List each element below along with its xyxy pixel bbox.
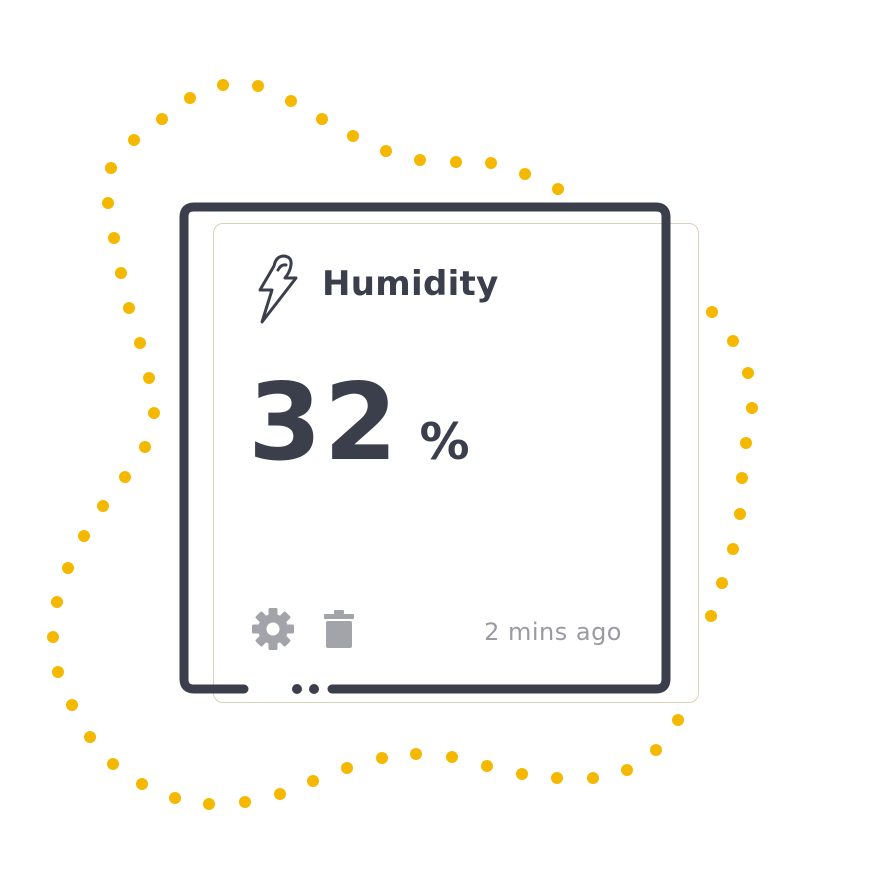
humidity-unit: %	[419, 413, 470, 471]
updated-timestamp: 2 mins ago	[484, 618, 622, 646]
humidity-card: Humidity 32 % 2 mins ago	[186, 210, 664, 688]
settings-button[interactable]	[250, 606, 296, 652]
card-header: Humidity	[248, 250, 499, 326]
humidity-reading: 32 %	[248, 370, 470, 476]
gear-icon	[252, 608, 294, 650]
card-title: Humidity	[322, 264, 499, 304]
lightning-bolt-icon	[258, 254, 298, 324]
card-actions	[250, 606, 382, 652]
trash-icon	[324, 610, 354, 648]
delete-button[interactable]	[316, 606, 362, 652]
humidity-value: 32	[248, 361, 400, 484]
humidity-illustration: Humidity 32 % 2 mins ago	[0, 0, 880, 880]
